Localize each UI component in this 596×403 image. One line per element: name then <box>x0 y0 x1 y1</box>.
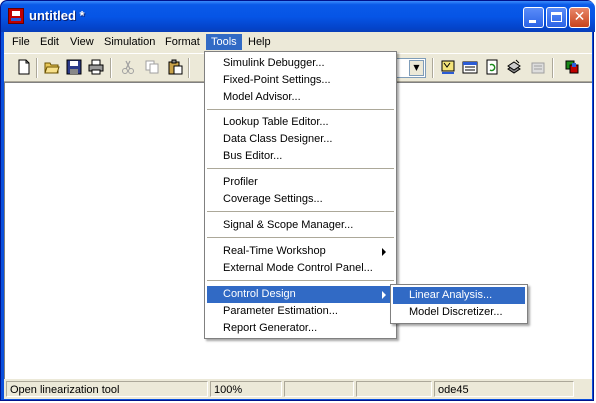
status-solver: ode45 <box>434 381 574 397</box>
menu-item-label: Bus Editor... <box>223 150 283 162</box>
menu-item-label: External Mode Control Panel... <box>223 262 373 274</box>
menu-item-model-discretizer[interactable]: Model Discretizer... <box>393 304 525 321</box>
build-icon[interactable] <box>506 59 522 75</box>
port-values-icon[interactable] <box>564 59 580 75</box>
menu-bar: File Edit View Simulation Format Tools H… <box>4 32 592 52</box>
menu-item-real-time-workshop[interactable]: Real-Time Workshop <box>207 243 394 260</box>
menu-view[interactable]: View <box>65 34 99 50</box>
menu-item-signal-scope-manager[interactable]: Signal & Scope Manager... <box>207 217 394 234</box>
menu-help[interactable]: Help <box>243 34 276 50</box>
menu-item-label: Fixed-Point Settings... <box>223 74 331 86</box>
control-design-submenu: Linear Analysis... Model Discretizer... <box>390 284 528 324</box>
status-message: Open linearization tool <box>6 381 208 397</box>
menu-separator <box>207 280 394 281</box>
menu-item-label: Model Discretizer... <box>409 306 503 318</box>
paste-icon[interactable] <box>167 59 183 75</box>
toolbar-separator <box>552 58 554 78</box>
menu-separator <box>207 168 394 169</box>
menu-item-label: Data Class Designer... <box>223 133 333 145</box>
window-title: untitled * <box>29 8 85 23</box>
menu-item-label: Profiler <box>223 176 258 188</box>
submenu-arrow-icon <box>382 291 386 299</box>
menu-format[interactable]: Format <box>160 34 205 50</box>
print-icon[interactable] <box>88 59 104 75</box>
status-cell-empty <box>284 381 354 397</box>
menu-item-control-design[interactable]: Control Design <box>207 286 394 303</box>
menu-simulation[interactable]: Simulation <box>99 34 160 50</box>
tools-menu: Simulink Debugger... Fixed-Point Setting… <box>204 51 397 339</box>
status-cell-empty <box>356 381 432 397</box>
menu-item-parameter-estimation[interactable]: Parameter Estimation... <box>207 303 394 320</box>
menu-item-label: Lookup Table Editor... <box>223 116 329 128</box>
minimize-button[interactable] <box>523 7 544 28</box>
menu-item-linear-analysis[interactable]: Linear Analysis... <box>393 287 525 304</box>
simulink-model-icon[interactable] <box>8 8 24 24</box>
refresh-icon[interactable] <box>484 59 500 75</box>
menu-item-simulink-debugger[interactable]: Simulink Debugger... <box>207 55 394 72</box>
library-browser-icon[interactable] <box>440 59 456 75</box>
menu-item-label: Parameter Estimation... <box>223 305 338 317</box>
menu-item-coverage-settings[interactable]: Coverage Settings... <box>207 191 394 208</box>
maximize-button[interactable] <box>546 7 567 28</box>
menu-item-label: Real-Time Workshop <box>223 245 326 257</box>
toolbar-separator <box>432 58 434 78</box>
status-bar: Open linearization tool 100% ode45 <box>4 379 592 399</box>
minimize-icon <box>529 20 536 23</box>
menu-item-label: Model Advisor... <box>223 91 301 103</box>
menu-separator <box>207 109 394 110</box>
menu-item-model-advisor[interactable]: Model Advisor... <box>207 89 394 106</box>
toolbar-separator <box>36 58 38 78</box>
menu-separator <box>207 211 394 212</box>
menu-edit[interactable]: Edit <box>35 34 64 50</box>
dropdown-arrow-icon[interactable]: ▼ <box>409 60 424 76</box>
menu-file[interactable]: File <box>7 34 35 50</box>
menu-item-label: Signal & Scope Manager... <box>223 219 354 231</box>
menu-item-lookup-table-editor[interactable]: Lookup Table Editor... <box>207 114 394 131</box>
save-icon[interactable] <box>66 59 82 75</box>
toolbar-separator <box>110 58 112 78</box>
debug-icon[interactable] <box>530 59 546 75</box>
close-icon: ✕ <box>573 9 586 25</box>
menu-item-data-class-designer[interactable]: Data Class Designer... <box>207 131 394 148</box>
cut-icon[interactable] <box>120 59 136 75</box>
stop-time-field[interactable]: ▼ <box>396 58 426 78</box>
menu-separator <box>207 237 394 238</box>
menu-item-label: Coverage Settings... <box>223 193 323 205</box>
close-button[interactable]: ✕ <box>569 7 590 28</box>
menu-item-label: Linear Analysis... <box>409 289 493 301</box>
submenu-arrow-icon <box>382 248 386 256</box>
new-icon[interactable] <box>16 59 32 75</box>
menu-item-label: Simulink Debugger... <box>223 57 325 69</box>
menu-tools[interactable]: Tools <box>206 34 242 50</box>
menu-item-profiler[interactable]: Profiler <box>207 174 394 191</box>
toolbar-separator <box>188 58 190 78</box>
menu-item-report-generator[interactable]: Report Generator... <box>207 320 394 337</box>
menu-item-bus-editor[interactable]: Bus Editor... <box>207 148 394 165</box>
menu-item-label: Report Generator... <box>223 322 318 334</box>
title-bar[interactable]: untitled * ✕ <box>1 1 595 32</box>
model-explorer-icon[interactable] <box>462 59 478 75</box>
menu-item-fixed-point-settings[interactable]: Fixed-Point Settings... <box>207 72 394 89</box>
menu-item-label: Control Design <box>223 288 296 300</box>
copy-icon[interactable] <box>144 59 160 75</box>
open-icon[interactable] <box>44 59 60 75</box>
status-zoom: 100% <box>210 381 282 397</box>
maximize-icon <box>551 12 562 22</box>
menu-item-external-mode-control-panel[interactable]: External Mode Control Panel... <box>207 260 394 277</box>
